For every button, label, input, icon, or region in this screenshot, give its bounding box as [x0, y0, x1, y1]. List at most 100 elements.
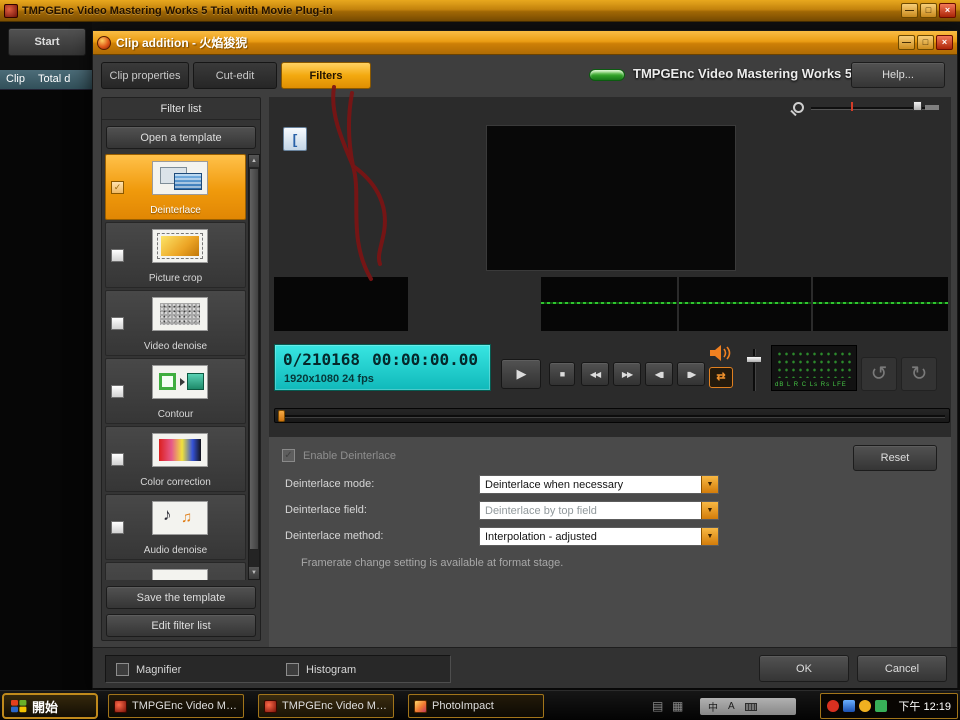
- volume-slider[interactable]: [743, 349, 765, 391]
- main-window-titlebar: TMPGEnc Video Mastering Works 5 Trial wi…: [0, 0, 960, 22]
- tab-clip-properties[interactable]: Clip properties: [101, 62, 189, 89]
- dialog-close-icon[interactable]: ×: [936, 35, 953, 50]
- taskbar-item-tmpgenc-2[interactable]: TMPGEnc Video Mas...: [258, 694, 394, 718]
- total-column-header: Total d: [38, 73, 70, 85]
- dropdown-arrow-icon[interactable]: ▼: [701, 476, 718, 493]
- filter-item-deinterlace[interactable]: ✓ Deinterlace: [105, 154, 246, 220]
- close-icon[interactable]: ×: [939, 3, 956, 18]
- dialog-minimize-icon[interactable]: —: [898, 35, 915, 50]
- filter-list-panel: Filter list Open a template ✓ Deinterlac…: [101, 97, 261, 641]
- system-tray: 下午 12:19: [820, 693, 958, 719]
- rewind-button[interactable]: ◀◀: [581, 362, 609, 386]
- seek-bar-handle[interactable]: [278, 410, 285, 422]
- taskbar-item-tmpgenc-1[interactable]: TMPGEnc Video Mas...: [108, 694, 244, 718]
- zoom-slider-handle[interactable]: [913, 101, 922, 111]
- tray-icon-4[interactable]: [875, 700, 887, 712]
- deinterlace-mode-select[interactable]: Deinterlace when necessary ▼: [479, 475, 719, 494]
- reset-button[interactable]: Reset: [853, 445, 937, 471]
- audio-waveform: [679, 302, 811, 304]
- speaker-icon[interactable]: [709, 344, 733, 362]
- app-icon: [4, 4, 18, 18]
- tray-icon-3[interactable]: [859, 700, 871, 712]
- photoimpact-icon: [414, 700, 427, 713]
- tray-icon-1[interactable]: [827, 700, 839, 712]
- meter-channel-labels: dB L R C Ls Rs LFE: [775, 382, 847, 388]
- maximize-icon[interactable]: □: [920, 3, 937, 18]
- windows-logo-icon: [11, 699, 27, 713]
- filter-item-partial[interactable]: [105, 562, 246, 580]
- play-button[interactable]: ▶: [501, 359, 541, 389]
- tray-icon-2[interactable]: [843, 700, 855, 712]
- filter-item-label: Deinterlace: [106, 205, 245, 216]
- magnifier-checkbox[interactable]: [116, 663, 129, 676]
- deinterlace-field-value: Deinterlace by top field: [485, 505, 597, 517]
- scrollbar-thumb[interactable]: [249, 168, 259, 550]
- deinterlace-method-value: Interpolation - adjusted: [485, 531, 597, 543]
- loop-playback-button[interactable]: ⇄: [709, 367, 733, 388]
- stop-button[interactable]: ■: [549, 362, 575, 386]
- enable-deinterlace-checkbox: ✓: [282, 449, 295, 462]
- video-preview: [486, 125, 736, 271]
- next-frame-button[interactable]: ▮▶: [677, 362, 705, 386]
- rotate-right-icon[interactable]: ↻: [901, 357, 937, 391]
- minimize-icon[interactable]: —: [901, 3, 918, 18]
- view-options-panel: Magnifier Histogram: [105, 655, 451, 683]
- dialog-title: Clip addition - 火焰狻猊: [116, 34, 893, 51]
- filter-item-audio-denoise[interactable]: ♪♫ Audio denoise: [105, 494, 246, 560]
- cancel-button[interactable]: Cancel: [857, 655, 947, 682]
- clip-list-header: Clip Total d: [0, 70, 92, 90]
- dialog-maximize-icon[interactable]: □: [917, 35, 934, 50]
- histogram-checkbox[interactable]: [286, 663, 299, 676]
- taskbar-item-label: PhotoImpact: [432, 700, 494, 712]
- dropdown-arrow-icon: ▼: [701, 502, 718, 519]
- contour-checkbox[interactable]: [111, 385, 124, 398]
- save-template-button[interactable]: Save the template: [106, 586, 256, 609]
- ime-mode-indicator[interactable]: A: [728, 701, 735, 712]
- partial-filter-icon: [152, 569, 208, 580]
- scroll-down-icon[interactable]: ▼: [249, 567, 259, 579]
- dialog-footer: Magnifier Histogram OK Cancel: [93, 647, 957, 688]
- filter-item-video-denoise[interactable]: Video denoise: [105, 290, 246, 356]
- filter-item-color-correction[interactable]: Color correction: [105, 426, 246, 492]
- rotate-left-icon[interactable]: ↺: [861, 357, 897, 391]
- seek-bar[interactable]: [274, 408, 950, 423]
- filter-item-contour[interactable]: Contour: [105, 358, 246, 424]
- color-correction-filter-icon: [152, 433, 208, 467]
- audio-denoise-checkbox[interactable]: [111, 521, 124, 534]
- video-denoise-checkbox[interactable]: [111, 317, 124, 330]
- ime-language-indicator[interactable]: 中: [708, 699, 718, 714]
- tab-cut-edit[interactable]: Cut-edit: [193, 62, 277, 89]
- main-window-controls: — □ ×: [901, 3, 956, 18]
- deinterlace-method-select[interactable]: Interpolation - adjusted ▼: [479, 527, 719, 546]
- edit-filter-list-button[interactable]: Edit filter list: [106, 614, 256, 637]
- screen-split-icon[interactable]: [: [283, 127, 307, 151]
- filter-item-label: Picture crop: [106, 273, 245, 284]
- scroll-up-icon[interactable]: ▲: [249, 155, 259, 167]
- open-template-button[interactable]: Open a template: [106, 126, 256, 149]
- fast-forward-button[interactable]: ▶▶: [613, 362, 641, 386]
- dropdown-arrow-icon[interactable]: ▼: [701, 528, 718, 545]
- audio-waveform: [541, 302, 677, 304]
- start-tab-button[interactable]: Start: [8, 28, 86, 56]
- volume-slider-knob[interactable]: [746, 356, 762, 363]
- zoom-icon: [793, 102, 804, 113]
- previous-frame-button[interactable]: ◀▮: [645, 362, 673, 386]
- language-bar[interactable]: 中 A: [700, 698, 796, 715]
- filter-list-scrollbar[interactable]: ▲ ▼: [248, 154, 260, 580]
- filter-item-picture-crop[interactable]: Picture crop: [105, 222, 246, 288]
- deinterlace-field-label: Deinterlace field:: [285, 504, 367, 516]
- deinterlace-checkbox[interactable]: ✓: [111, 181, 124, 194]
- deinterlace-settings-panel: ✓ Enable Deinterlace Reset Deinterlace m…: [269, 437, 951, 647]
- main-window-title: TMPGEnc Video Mastering Works 5 Trial wi…: [22, 5, 897, 17]
- color-correction-checkbox[interactable]: [111, 453, 124, 466]
- picture-crop-checkbox[interactable]: [111, 249, 124, 262]
- ok-button[interactable]: OK: [759, 655, 849, 682]
- deinterlace-filter-icon: [152, 161, 208, 195]
- tray-panel2-icon[interactable]: ▦: [672, 699, 683, 713]
- help-button[interactable]: Help...: [851, 62, 945, 88]
- timeline-thumbnail: [813, 277, 948, 331]
- taskbar-item-photoimpact[interactable]: PhotoImpact: [408, 694, 544, 718]
- tray-panel-icon[interactable]: ▤: [652, 699, 663, 713]
- start-menu-button[interactable]: 開始: [2, 693, 98, 719]
- tab-filters[interactable]: Filters: [281, 62, 371, 89]
